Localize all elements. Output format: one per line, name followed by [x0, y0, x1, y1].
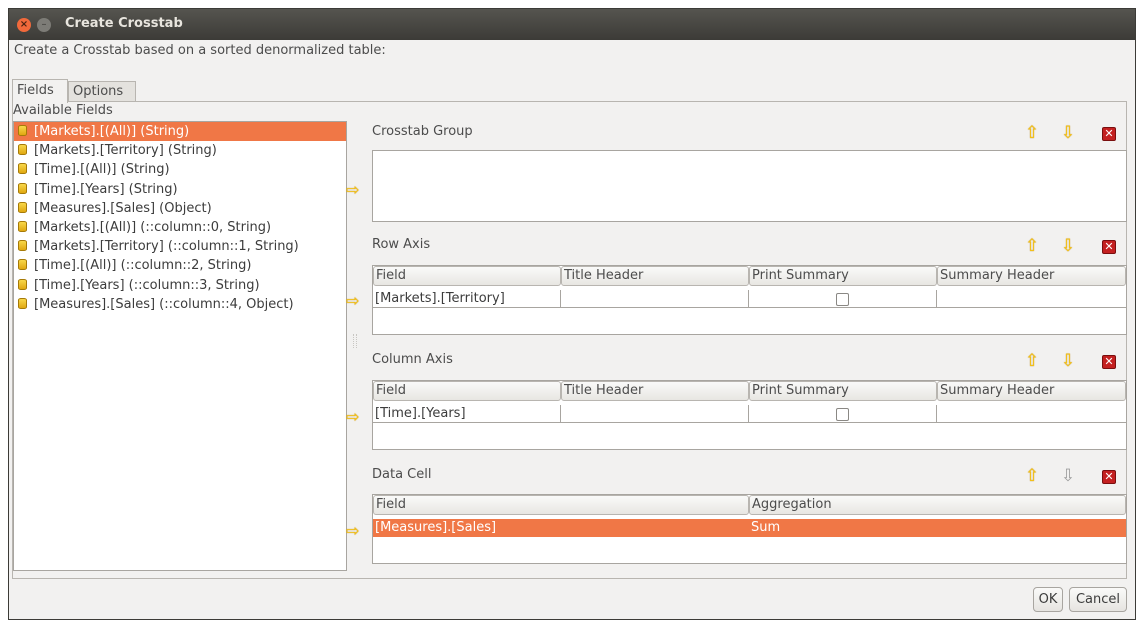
database-field-icon: [18, 297, 27, 309]
field-label: [Time].[Years] (::column::3, String): [34, 277, 260, 293]
row-axis-field-cell[interactable]: [Markets].[Territory]: [373, 290, 561, 308]
window-title: Create Crosstab: [65, 16, 183, 31]
field-label: [Measures].[Sales] (Object): [34, 200, 212, 216]
arrow-right-icon[interactable]: ⇨: [346, 409, 364, 425]
field-label: [Time].[Years] (String): [34, 181, 178, 197]
database-field-icon: [18, 163, 27, 175]
database-field-icon: [18, 201, 27, 213]
arrow-down-icon[interactable]: ⇩: [1058, 466, 1078, 486]
column-axis-field-cell[interactable]: [Time].[Years]: [373, 405, 561, 423]
field-label: [Measures].[Sales] (::column::4, Object): [34, 296, 294, 312]
list-item[interactable]: [Measures].[Sales] (::column::4, Object): [14, 295, 346, 314]
list-item[interactable]: [Markets].[Territory] (String): [14, 141, 346, 160]
delete-icon[interactable]: ✕: [1102, 470, 1116, 484]
column-header-title-header[interactable]: Title Header: [561, 381, 749, 401]
minimize-window-icon[interactable]: –: [37, 18, 51, 32]
list-item[interactable]: [Measures].[Sales] (Object): [14, 199, 346, 218]
print-summary-checkbox[interactable]: [836, 293, 849, 306]
column-axis-title-header-cell[interactable]: [561, 405, 749, 423]
close-window-icon[interactable]: ×: [17, 18, 31, 32]
database-field-icon: [18, 240, 27, 252]
dialog-description: Create a Crosstab based on a sorted deno…: [14, 43, 386, 58]
arrow-down-icon[interactable]: ⇩: [1058, 123, 1078, 143]
arrow-down-icon[interactable]: ⇩: [1058, 351, 1078, 371]
splitter-handle[interactable]: [353, 334, 357, 348]
delete-icon[interactable]: ✕: [1102, 127, 1116, 141]
database-field-icon: [18, 144, 27, 156]
print-summary-checkbox[interactable]: [836, 408, 849, 421]
list-item[interactable]: [Markets].[Territory] (::column::1, Stri…: [14, 237, 346, 256]
row-axis-grid: Field Title Header Print Summary Summary…: [372, 265, 1127, 335]
column-header-title-header[interactable]: Title Header: [561, 266, 749, 286]
list-item[interactable]: [Markets].[(All)] (::column::0, String): [14, 218, 346, 237]
data-cell-grid: Field Aggregation [Measures].[Sales] Sum: [372, 494, 1127, 564]
arrow-right-icon[interactable]: ⇨: [346, 293, 364, 309]
database-field-icon: [18, 182, 27, 194]
row-axis-title-header-cell[interactable]: [561, 290, 749, 308]
available-fields-list[interactable]: [Markets].[(All)] (String) [Markets].[Te…: [13, 121, 347, 571]
column-header-print-summary[interactable]: Print Summary: [749, 266, 937, 286]
column-axis-title: Column Axis: [372, 352, 453, 367]
field-label: [Time].[(All)] (String): [34, 162, 170, 178]
database-field-icon: [18, 278, 27, 290]
tab-fields[interactable]: Fields: [12, 79, 68, 103]
column-header-summary-header[interactable]: Summary Header: [937, 266, 1126, 286]
database-field-icon: [18, 125, 27, 136]
available-fields-label: Available Fields: [13, 103, 113, 118]
database-field-icon: [18, 220, 27, 232]
data-cell-title: Data Cell: [372, 467, 432, 482]
field-label: [Markets].[(All)] (String): [34, 124, 190, 139]
list-item[interactable]: [Markets].[(All)] (String): [14, 122, 346, 142]
column-header-aggregation[interactable]: Aggregation: [749, 495, 1126, 515]
row-axis-title: Row Axis: [372, 237, 431, 252]
column-axis-summary-header-cell[interactable]: [937, 405, 1126, 423]
crosstab-group-box[interactable]: [372, 150, 1127, 222]
list-item[interactable]: [Time].[(All)] (String): [14, 160, 346, 179]
cancel-button[interactable]: Cancel: [1069, 587, 1127, 612]
delete-icon[interactable]: ✕: [1102, 240, 1116, 254]
field-label: [Markets].[Territory] (::column::1, Stri…: [34, 239, 299, 255]
list-item[interactable]: [Time].[Years] (String): [14, 180, 346, 199]
data-cell-field-cell[interactable]: [Measures].[Sales]: [373, 519, 749, 537]
tab-options[interactable]: Options: [68, 81, 136, 102]
ok-button[interactable]: OK: [1033, 587, 1063, 612]
field-label: [Markets].[Territory] (String): [34, 143, 217, 159]
column-header-summary-header[interactable]: Summary Header: [937, 381, 1126, 401]
column-header-field[interactable]: Field: [373, 495, 749, 515]
title-bar: × – Create Crosstab: [9, 9, 1135, 40]
database-field-icon: [18, 259, 27, 271]
arrow-right-icon[interactable]: ⇨: [346, 182, 364, 198]
delete-icon[interactable]: ✕: [1102, 355, 1116, 369]
row-axis-summary-header-cell[interactable]: [937, 290, 1126, 308]
column-axis-grid: Field Title Header Print Summary Summary…: [372, 380, 1127, 450]
arrow-down-icon[interactable]: ⇩: [1058, 236, 1078, 256]
list-item[interactable]: [Time].[(All)] (::column::2, String): [14, 256, 346, 275]
field-label: [Time].[(All)] (::column::2, String): [34, 258, 252, 274]
field-label: [Markets].[(All)] (::column::0, String): [34, 219, 272, 235]
arrow-right-icon[interactable]: ⇨: [346, 523, 364, 539]
column-header-print-summary[interactable]: Print Summary: [749, 381, 937, 401]
data-cell-aggregation-cell[interactable]: Sum: [749, 519, 1126, 537]
arrow-up-icon[interactable]: ⇧: [1022, 351, 1042, 371]
crosstab-group-title: Crosstab Group: [372, 124, 473, 139]
arrow-up-icon[interactable]: ⇧: [1022, 123, 1042, 143]
column-header-field[interactable]: Field: [373, 266, 561, 286]
arrow-up-icon[interactable]: ⇧: [1022, 466, 1042, 486]
arrow-up-icon[interactable]: ⇧: [1022, 236, 1042, 256]
list-item[interactable]: [Time].[Years] (::column::3, String): [14, 276, 346, 295]
column-header-field[interactable]: Field: [373, 381, 561, 401]
